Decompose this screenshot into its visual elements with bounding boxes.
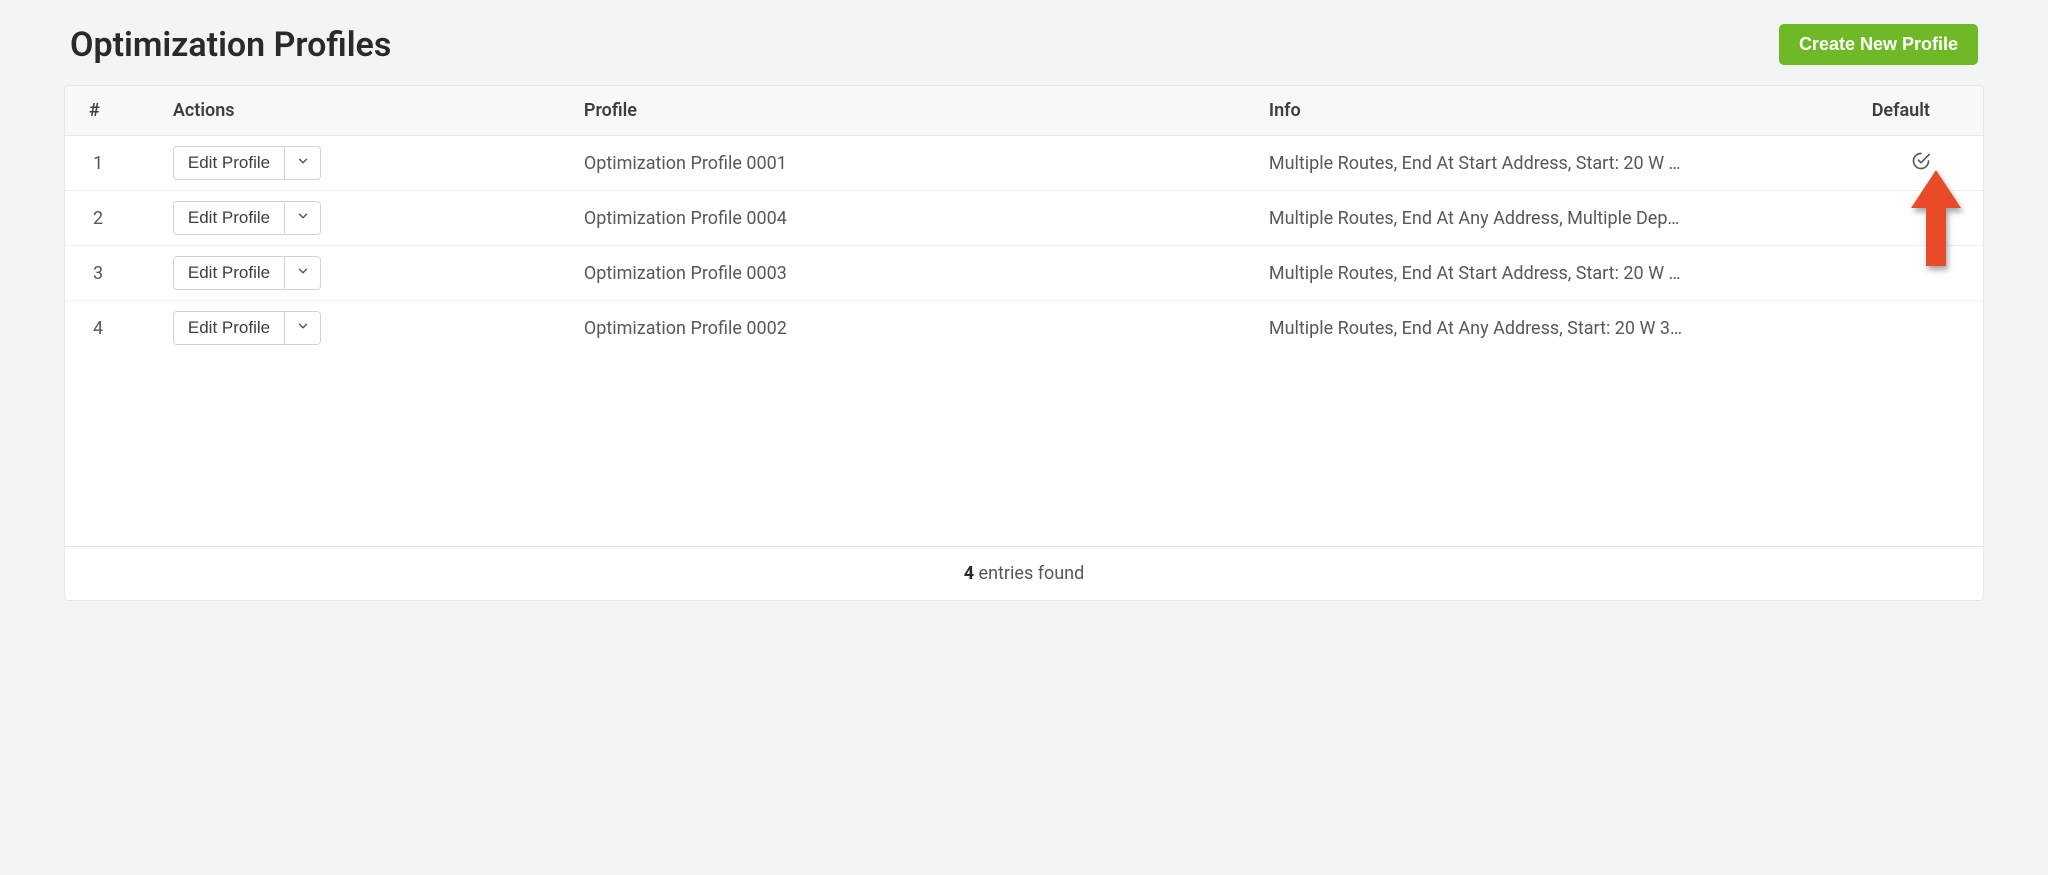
table-row: 2 Edit Profile Optimization Profile 0004Mu… [65,191,1983,246]
column-header-number[interactable]: # [65,86,161,136]
row-number: 4 [65,301,161,356]
row-actions: Edit Profile [161,136,572,191]
row-number: 3 [65,246,161,301]
row-profile-name: Optimization Profile 0004 [572,191,1257,246]
row-number: 2 [65,191,161,246]
table-row: 3 Edit Profile Optimization Profile 0003Mu… [65,246,1983,301]
chevron-down-icon [296,153,310,173]
edit-profile-button[interactable]: Edit Profile [173,146,285,180]
row-default [1860,301,1983,356]
entries-count-label: entries found [974,563,1084,584]
row-info: Multiple Routes, End At Start Address, S… [1257,246,1860,301]
edit-profile-dropdown-toggle[interactable] [285,146,321,180]
row-profile-name: Optimization Profile 0001 [572,136,1257,191]
entries-count-number: 4 [964,563,974,584]
table-row: 1 Edit Profile Optimization Profile 0001Mu… [65,136,1983,191]
table-row: 4 Edit Profile Optimization Profile 0002Mu… [65,301,1983,356]
column-header-actions[interactable]: Actions [161,86,572,136]
row-actions: Edit Profile [161,246,572,301]
edit-profile-button[interactable]: Edit Profile [173,201,285,235]
row-actions: Edit Profile [161,191,572,246]
edit-profile-button[interactable]: Edit Profile [173,256,285,290]
entries-count: 4 entries found [65,546,1983,600]
column-header-profile[interactable]: Profile [572,86,1257,136]
row-info: Multiple Routes, End At Any Address, Mul… [1257,191,1860,246]
column-header-info[interactable]: Info [1257,86,1860,136]
check-circle-icon [1911,155,1931,176]
column-header-default[interactable]: Default [1860,86,1983,136]
edit-profile-dropdown-toggle[interactable] [285,201,321,235]
row-default [1860,136,1983,191]
profiles-table: # Actions Profile Info Default 1 Edit Pro… [64,85,1984,601]
chevron-down-icon [296,263,310,283]
row-default [1860,191,1983,246]
create-new-profile-button[interactable]: Create New Profile [1779,24,1978,65]
row-default [1860,246,1983,301]
row-profile-name: Optimization Profile 0003 [572,246,1257,301]
page-title: Optimization Profiles [70,25,391,65]
edit-profile-button[interactable]: Edit Profile [173,311,285,345]
row-number: 1 [65,136,161,191]
row-info: Multiple Routes, End At Start Address, S… [1257,136,1860,191]
row-info: Multiple Routes, End At Any Address, Sta… [1257,301,1860,356]
chevron-down-icon [296,208,310,228]
row-profile-name: Optimization Profile 0002 [572,301,1257,356]
edit-profile-dropdown-toggle[interactable] [285,256,321,290]
chevron-down-icon [296,318,310,338]
edit-profile-dropdown-toggle[interactable] [285,311,321,345]
row-actions: Edit Profile [161,301,572,356]
